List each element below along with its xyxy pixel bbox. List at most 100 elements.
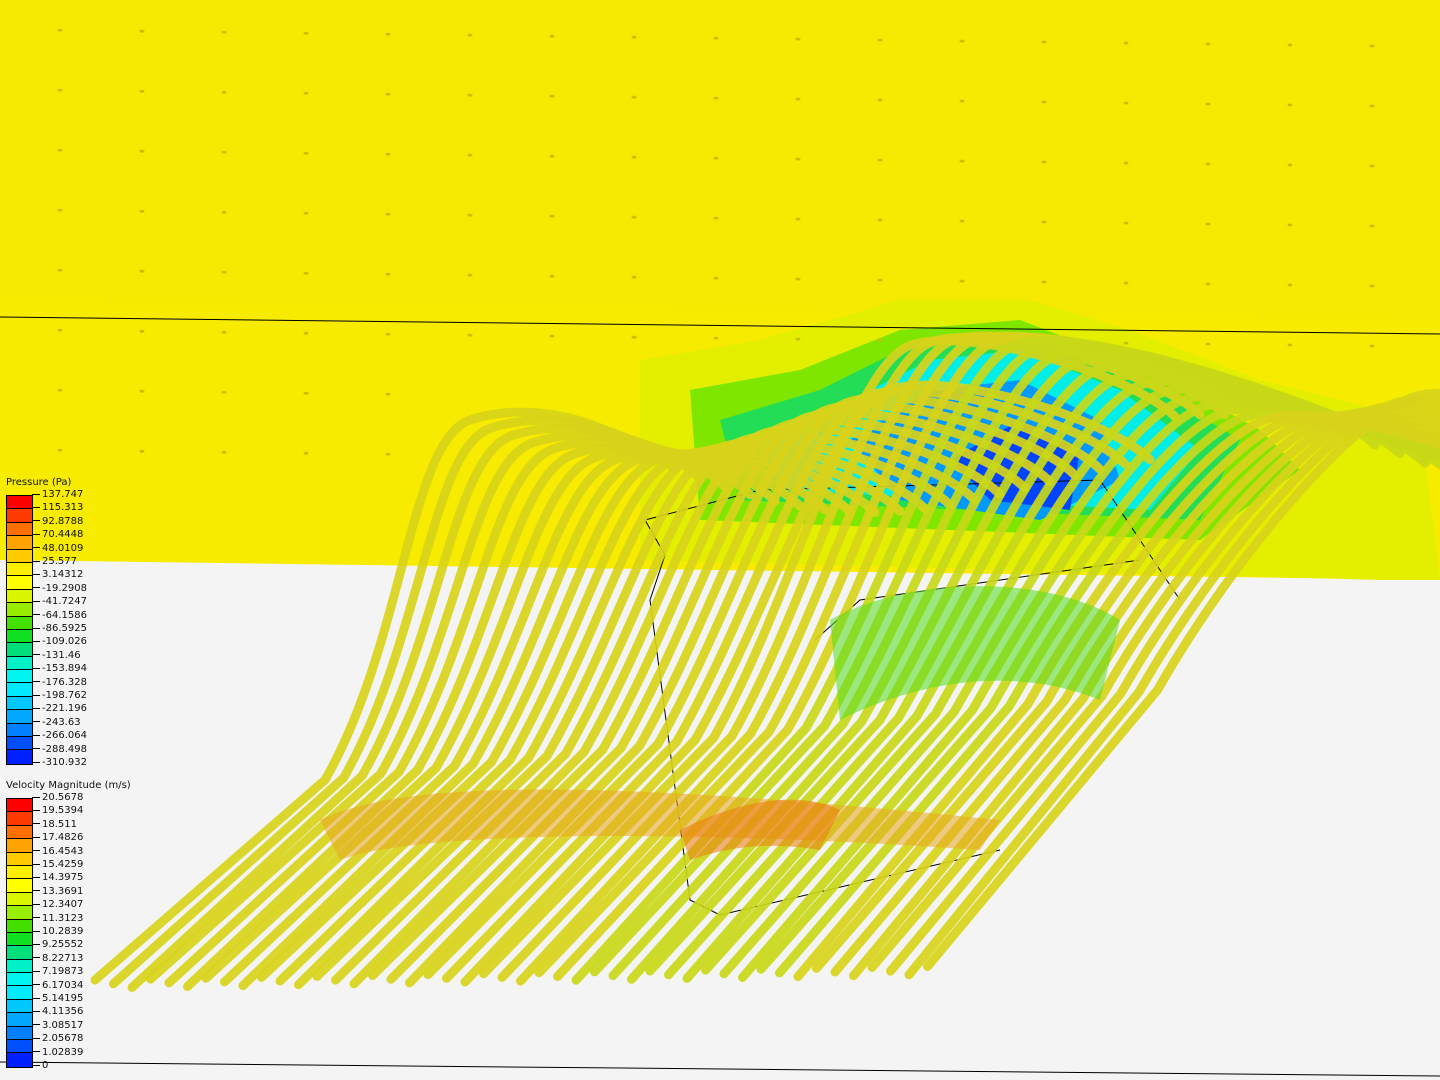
legend-color-band [7, 710, 32, 724]
legend-color-band [7, 812, 32, 826]
vector-glyph [1287, 343, 1293, 347]
vector-glyph [713, 156, 719, 160]
legend-color-band [7, 737, 32, 751]
vector-glyph [385, 332, 391, 336]
legend-color-band [7, 750, 32, 764]
vector-glyph [713, 276, 719, 280]
vector-glyph [631, 35, 637, 39]
pressure-color-bar [6, 495, 33, 765]
legend-tick-label: 25.577 [32, 556, 77, 568]
vector-glyph [1123, 41, 1129, 45]
legend-color-band [7, 723, 32, 738]
vector-glyph [631, 215, 637, 219]
vector-glyph [221, 270, 227, 274]
ground-edge-line [0, 1061, 1440, 1077]
vector-glyph [713, 36, 719, 40]
vector-glyph [959, 99, 965, 103]
legend-color-band [7, 616, 32, 630]
vector-glyph [1369, 164, 1375, 168]
vector-glyph [221, 450, 227, 454]
vector-glyph [385, 32, 391, 36]
legend-tick-label: -310.932 [32, 757, 87, 769]
vector-glyph [1205, 222, 1211, 226]
pressure-legend-title: Pressure (Pa) [6, 477, 72, 488]
vector-glyph [139, 269, 145, 273]
legend-color-band [7, 799, 32, 813]
legend-color-band [7, 509, 32, 523]
legend-color-band [7, 522, 32, 537]
vector-glyph [467, 153, 473, 157]
legend-tick-label: -41.7247 [32, 596, 87, 608]
vector-glyph [57, 328, 63, 332]
vector-glyph [221, 30, 227, 34]
legend-tick-label: -109.026 [32, 636, 87, 648]
legend-tick-label: -198.762 [32, 690, 87, 702]
legend-color-band [7, 919, 32, 933]
vector-glyph [139, 209, 145, 213]
legend-tick-label: -153.894 [32, 663, 87, 675]
vector-glyph [1205, 42, 1211, 46]
cfd-viewport[interactable] [0, 0, 1440, 1080]
vector-glyph [631, 155, 637, 159]
vector-glyph [57, 388, 63, 392]
legend-tick-label: 8.22713 [32, 953, 83, 965]
legend-tick-label: 7.19873 [32, 966, 83, 978]
vector-glyph [467, 333, 473, 337]
legend-tick-label: 16.4543 [32, 846, 83, 858]
vector-glyph [1287, 43, 1293, 47]
legend-tick-label: -176.328 [32, 677, 87, 689]
vector-glyph [57, 28, 63, 32]
vector-glyph [303, 331, 309, 335]
vector-glyph [713, 96, 719, 100]
vector-glyph [549, 214, 555, 218]
vector-glyph [877, 98, 883, 102]
legend-color-band [7, 562, 32, 577]
legend-color-band [7, 852, 32, 866]
legend-color-band [7, 1013, 32, 1027]
vector-glyph [1123, 161, 1129, 165]
vector-glyph [959, 39, 965, 43]
legend-color-band [7, 696, 32, 711]
legend-tick-label: 9.25552 [32, 939, 83, 951]
vector-glyph [139, 149, 145, 153]
vector-glyph [1287, 163, 1293, 167]
legend-color-band [7, 656, 32, 671]
legend-color-band [7, 959, 32, 974]
vector-glyph [303, 151, 309, 155]
vector-glyph [303, 31, 309, 35]
legend-color-band [7, 603, 32, 617]
vector-glyph [1369, 104, 1375, 108]
vector-glyph [877, 218, 883, 222]
legend-color-band [7, 629, 32, 644]
vector-glyph [631, 335, 637, 339]
vector-glyph [1287, 223, 1293, 227]
vector-glyph [1041, 160, 1047, 164]
legend-tick-label: 92.8788 [32, 516, 83, 528]
legend-tick-label: -288.498 [32, 744, 87, 756]
vector-glyph [1041, 100, 1047, 104]
vector-glyph [385, 152, 391, 156]
legend-color-band [7, 1026, 32, 1041]
legend-color-band [7, 670, 32, 684]
vector-glyph [385, 392, 391, 396]
vector-glyph [467, 93, 473, 97]
legend-color-band [7, 549, 32, 563]
legend-color-band [7, 892, 32, 907]
velocity-legend-title: Velocity Magnitude (m/s) [6, 780, 131, 791]
legend-tick-label: 2.05678 [32, 1033, 83, 1045]
vector-glyph [57, 448, 63, 452]
pressure-legend: Pressure (Pa) 137.747 115.313 92.8788 70.44… [6, 477, 87, 768]
vector-glyph [795, 337, 801, 341]
vector-glyph [1123, 221, 1129, 225]
vector-glyph [385, 272, 391, 276]
legend-tick-label: 10.2839 [32, 926, 83, 938]
legend-tick-label: 14.3975 [32, 872, 83, 884]
vector-glyph [139, 449, 145, 453]
vector-glyph [549, 34, 555, 38]
vector-glyph [467, 213, 473, 217]
vector-glyph [1205, 162, 1211, 166]
vector-glyph [139, 389, 145, 393]
legend-tick-label: 6.17034 [32, 980, 83, 992]
vector-glyph [1123, 341, 1129, 345]
vector-glyph [959, 219, 965, 223]
